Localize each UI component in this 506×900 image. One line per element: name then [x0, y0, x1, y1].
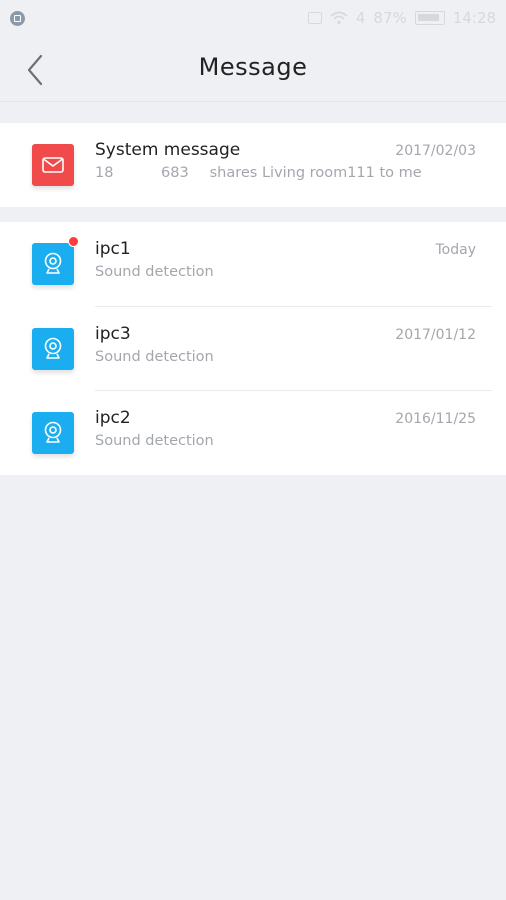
- device-date: 2016/11/25: [395, 411, 476, 427]
- notification-icon: [10, 10, 25, 26]
- battery-percent: 87%: [373, 9, 407, 27]
- page-title: Message: [198, 53, 308, 81]
- system-message-date: 2017/02/03: [395, 143, 476, 159]
- battery-icon: [414, 11, 445, 25]
- device-icon-box: [32, 412, 74, 454]
- camera-icon: [44, 252, 62, 274]
- system-message-icon-box: [32, 144, 74, 186]
- status-right: 4 87% 14:28: [307, 9, 496, 27]
- system-message-card: System message 18 683 shares Living room1…: [0, 123, 506, 207]
- camera-icon: [44, 421, 62, 443]
- list-item[interactable]: ipc1 Sound detection Today: [0, 222, 506, 306]
- device-message-list: ipc1 Sound detection Today ipc3 Sound de…: [0, 222, 506, 475]
- camera-icon: [44, 337, 62, 359]
- signal-text: 4: [355, 9, 366, 27]
- unread-badge: [68, 236, 79, 247]
- list-item[interactable]: ipc2 Sound detection 2016/11/25: [0, 391, 506, 475]
- envelope-icon: [42, 157, 64, 173]
- system-message-detail: 18 683 shares Living room111 to me: [95, 165, 422, 181]
- system-message-detail-part2: 683: [161, 165, 189, 181]
- device-event: Sound detection: [95, 433, 214, 449]
- status-bar: 4 87% 14:28: [0, 0, 506, 36]
- system-message-detail-part1: 18: [95, 165, 114, 181]
- vibrate-icon: [307, 12, 322, 24]
- device-event: Sound detection: [95, 264, 214, 280]
- device-date: Today: [435, 242, 477, 258]
- device-event: Sound detection: [95, 349, 214, 365]
- status-left: [10, 10, 25, 26]
- wifi-icon: [330, 11, 348, 25]
- list-item[interactable]: ipc3 Sound detection 2017/01/12: [0, 307, 506, 391]
- clock: 14:28: [452, 9, 496, 27]
- system-message-detail-part3: shares Living room111 to me: [209, 165, 422, 181]
- device-name: ipc3: [95, 324, 131, 344]
- device-name: ipc2: [95, 408, 131, 428]
- device-name: ipc1: [95, 239, 131, 259]
- system-message-title: System message: [95, 140, 241, 160]
- app-header: Message: [0, 36, 506, 102]
- device-date: 2017/01/12: [395, 327, 476, 343]
- device-icon-box: [32, 328, 74, 370]
- system-message-row[interactable]: System message 18 683 shares Living room1…: [0, 123, 506, 207]
- device-icon-box: [32, 243, 74, 285]
